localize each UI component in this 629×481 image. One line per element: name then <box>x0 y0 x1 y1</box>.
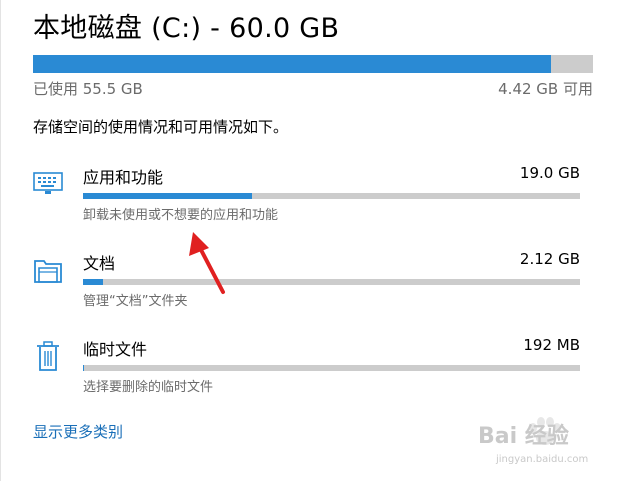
category-apps[interactable]: 应用和功能 19.0 GB 卸载未使用或不想要的应用和功能 <box>0 164 629 234</box>
category-usage-bar <box>83 365 580 371</box>
storage-usage-bar <box>33 55 593 73</box>
used-space-label: 已使用 55.5 GB <box>33 80 143 98</box>
category-usage-bar <box>83 279 580 285</box>
watermark-url: jingyan.baidu.com <box>496 454 589 465</box>
category-subtitle: 选择要删除的临时文件 <box>83 380 214 395</box>
category-usage-fill <box>83 193 252 199</box>
category-name: 临时文件 <box>83 340 148 359</box>
window-left-edge <box>0 0 1 481</box>
folder-icon <box>33 256 63 286</box>
category-usage-bar <box>83 193 580 199</box>
show-more-categories-link[interactable]: 显示更多类别 <box>33 421 123 442</box>
category-name: 应用和功能 <box>83 168 164 187</box>
category-temp-files[interactable]: 临时文件 192 MB 选择要删除的临时文件 <box>0 336 629 406</box>
category-documents[interactable]: 文档 2.12 GB 管理“文档”文件夹 <box>0 250 629 320</box>
page-title: 本地磁盘 (C:) - 60.0 GB <box>33 13 340 44</box>
category-usage-fill <box>83 279 103 285</box>
keyboard-icon <box>33 170 63 200</box>
watermark-text: Bai 经验 <box>478 424 569 449</box>
category-subtitle: 管理“文档”文件夹 <box>83 294 188 309</box>
category-name: 文档 <box>83 254 116 273</box>
category-usage-fill <box>83 365 85 371</box>
category-size: 19.0 GB <box>519 164 580 182</box>
category-size: 2.12 GB <box>519 250 580 268</box>
storage-usage-fill <box>33 55 551 73</box>
category-size: 192 MB <box>523 336 580 354</box>
free-space-label: 4.42 GB 可用 <box>498 80 593 98</box>
annotation-arrow-icon <box>185 228 233 302</box>
trash-icon <box>33 340 63 371</box>
storage-description: 存储空间的使用情况和可用情况如下。 <box>33 118 289 136</box>
category-subtitle: 卸载未使用或不想要的应用和功能 <box>83 208 279 223</box>
